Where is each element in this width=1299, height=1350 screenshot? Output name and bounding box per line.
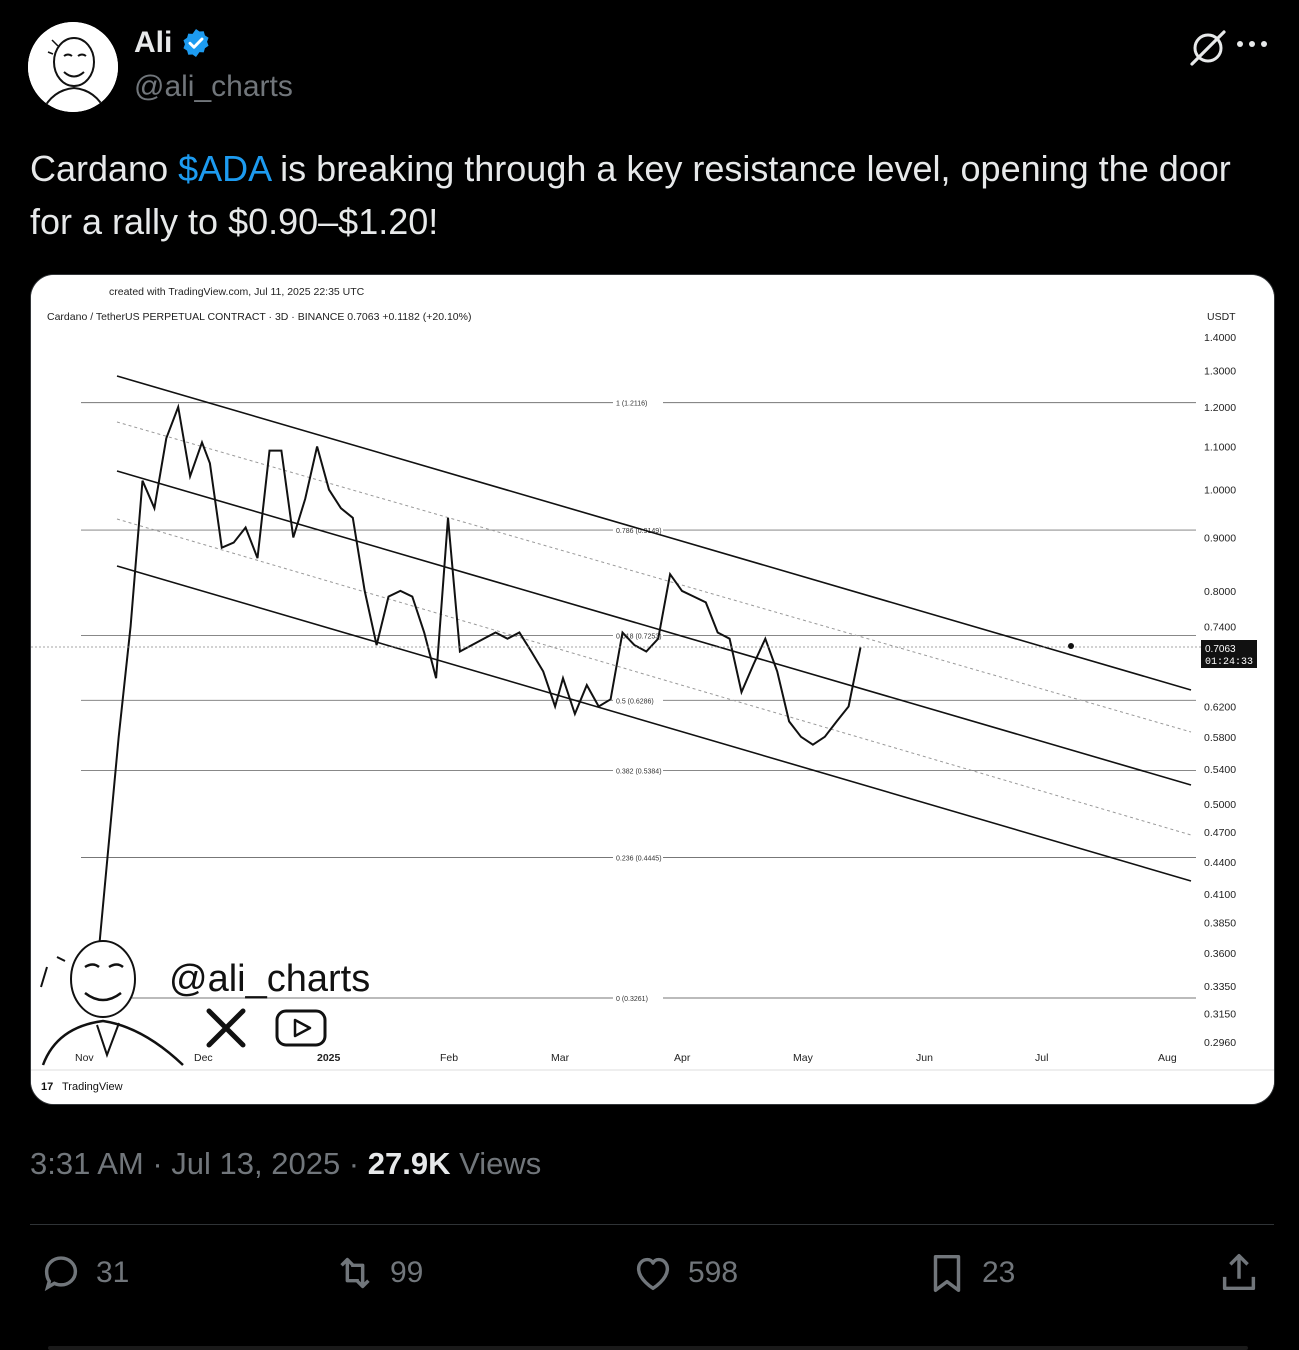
x-tick-label: Apr [674,1052,691,1064]
y-tick-label: 0.6200 [1204,702,1236,714]
y-tick-label: 1.4000 [1204,332,1236,344]
cashtag-link[interactable]: $ADA [178,148,270,189]
tweet-header: Ali @ali_charts [28,22,1274,114]
bookmark-icon [933,1254,961,1292]
like-button[interactable]: 598 [630,1250,738,1296]
x-tick-label: Jun [916,1052,933,1064]
svg-text:17: 17 [41,1081,53,1093]
x-tick-label: Jul [1035,1052,1048,1064]
x-tick-label: Aug [1158,1052,1177,1064]
like-count: 598 [688,1256,739,1289]
repost-count: 99 [390,1256,424,1289]
action-bar: 31 99 598 23 [30,1250,1274,1310]
x-tick-label: Nov [75,1052,94,1064]
x-tick-label: 2025 [317,1052,341,1064]
current-price-label: 0.7063 [1205,644,1236,655]
chart-image[interactable]: created with TradingView.com, Jul 11, 20… [30,274,1275,1105]
tradingview-logo: 17 TradingView [41,1081,123,1093]
heart-icon [636,1257,670,1291]
y-tick-label: 0.3150 [1204,1009,1236,1021]
bookmark-button[interactable]: 23 [924,1250,1015,1296]
y-tick-label: 0.5400 [1204,764,1236,776]
divider [30,1224,1274,1225]
y-tick-label: 0.4700 [1204,827,1236,839]
avatar-image [28,22,118,112]
views-count: 27.9K [367,1146,451,1181]
tradingview-label: TradingView [62,1081,123,1093]
watermark-handle: @ali_charts [169,958,370,1000]
fib-level-label: 0.382 (0.5384) [616,769,662,776]
author-name[interactable]: Ali [134,26,172,60]
x-tick-label: Dec [194,1052,213,1064]
y-tick-label: 0.8000 [1204,586,1236,598]
verified-badge-icon [183,29,209,57]
y-tick-label: 0.4400 [1204,857,1236,869]
y-tick-label: 1.0000 [1204,485,1236,497]
x-tick-label: May [793,1052,814,1064]
y-tick-label: 0.7400 [1204,621,1236,633]
x-tick-label: Feb [440,1052,458,1064]
tweet-text-start: Cardano [30,148,179,189]
price-chart: created with TradingView.com, Jul 11, 20… [31,275,1274,1104]
chart-title: Cardano / TetherUS PERPETUAL CONTRACT · … [47,311,471,323]
more-options-icon[interactable] [1234,32,1270,56]
fib-level-label: 0.236 (0.4445) [616,855,662,862]
fib-level-label: 1 (1.2116) [616,401,647,408]
current-price-dot [1068,643,1074,649]
tweet-meta: 3:31 AM · Jul 13, 2025 · 27.9K Views [30,1146,541,1182]
y-tick-label: 0.2960 [1204,1037,1236,1049]
repost-button[interactable]: 99 [332,1250,423,1296]
y-tick-label: 0.9000 [1204,532,1236,544]
y-tick-label: 0.5800 [1204,732,1236,744]
scroll-edge [48,1346,1248,1350]
y-tick-label: 0.3850 [1204,918,1236,930]
y-tick-label: 0.4100 [1204,889,1236,901]
fib-level-label: 0.5 (0.6286) [616,698,654,705]
repost-icon [340,1257,370,1289]
author-handle[interactable]: @ali_charts [134,70,293,104]
avatar[interactable] [28,22,118,112]
chart-created-with: created with TradingView.com, Jul 11, 20… [109,286,365,298]
reply-count: 31 [96,1256,130,1289]
y-tick-label: 1.3000 [1204,366,1236,378]
y-axis-unit: USDT [1207,311,1236,323]
grok-icon[interactable] [1188,28,1228,68]
y-tick-label: 1.2000 [1204,402,1236,414]
tweet-text: Cardano $ADA is breaking through a key r… [30,142,1260,248]
bookmark-count: 23 [982,1256,1016,1289]
reply-button[interactable]: 31 [38,1250,129,1296]
fib-level-label: 0 (0.3261) [616,996,648,1003]
views-label: Views [450,1146,542,1181]
y-tick-label: 1.1000 [1204,441,1236,453]
reply-icon [44,1256,78,1292]
x-tick-label: Mar [551,1052,570,1064]
name-row: Ali [134,26,212,60]
share-button[interactable] [1216,1250,1262,1296]
share-icon [1222,1254,1256,1291]
y-tick-label: 0.3600 [1204,948,1236,960]
y-tick-label: 0.3350 [1204,981,1236,993]
y-tick-label: 0.5000 [1204,799,1236,811]
countdown-label: 01:24:33 [1205,657,1253,668]
timestamp[interactable]: 3:31 AM · Jul 13, 2025 · [30,1146,368,1181]
